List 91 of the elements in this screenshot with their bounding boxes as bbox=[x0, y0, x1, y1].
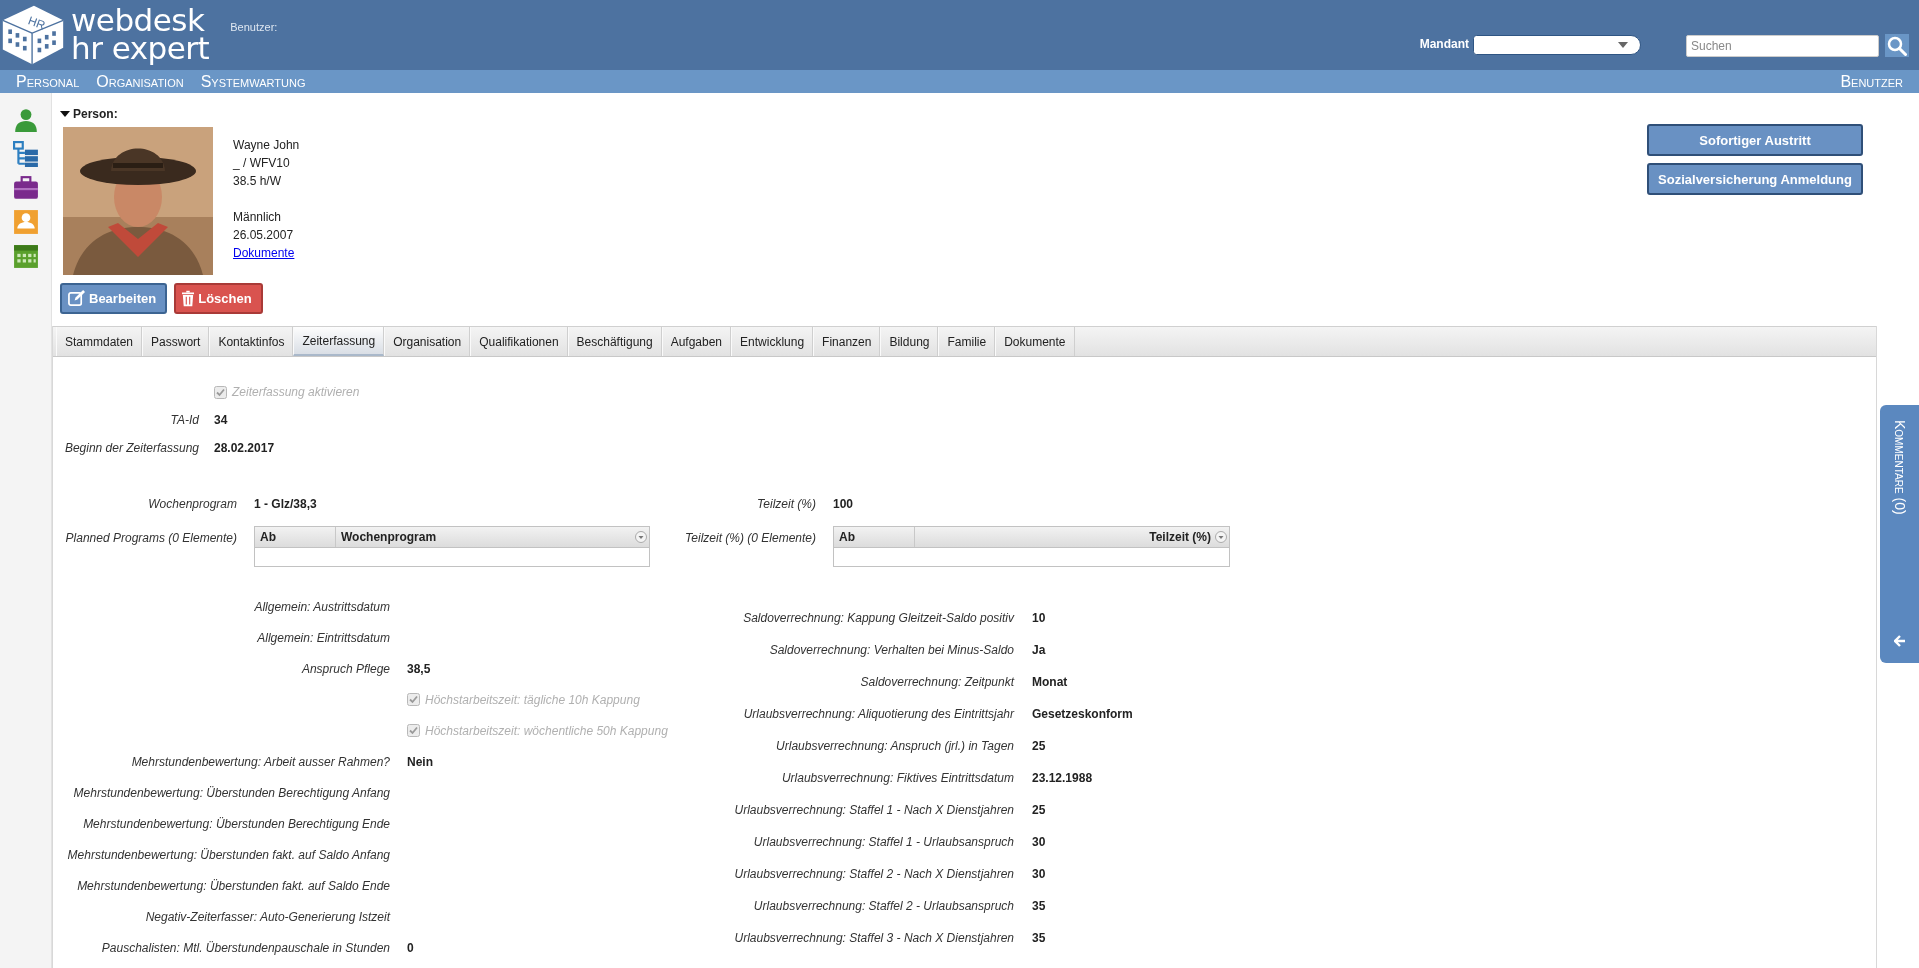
field-value: 30 bbox=[1032, 867, 1046, 881]
field-value: 1 - Glz/38,3 bbox=[254, 497, 317, 511]
tab[interactable]: Familie bbox=[938, 327, 996, 356]
search-button[interactable] bbox=[1885, 34, 1909, 57]
field-value: Nein bbox=[407, 754, 433, 769]
field-value: 23.12.1988 bbox=[1032, 771, 1093, 785]
field-label: Urlaubsverrechnung: Fiktives Eintrittsdatum bbox=[781, 771, 1014, 785]
field-label: Urlaubsverrechnung: Staffel 1 - Nach X Dienstjahren bbox=[734, 803, 1014, 817]
dropdown-icon[interactable] bbox=[635, 531, 647, 543]
search-field[interactable]: Suchen bbox=[1686, 35, 1879, 57]
field-label: Saldoverrechnung: Kappung Gleitzeit-Saldo positiv bbox=[743, 611, 1014, 625]
trash-icon bbox=[182, 290, 195, 307]
column-header[interactable]: Ab bbox=[834, 527, 915, 547]
tab[interactable]: Stammdaten bbox=[56, 327, 143, 356]
tab[interactable]: Bildung bbox=[880, 327, 939, 356]
field-label: Anspruch Pflege bbox=[301, 661, 390, 676]
tab[interactable]: Organisation bbox=[384, 327, 471, 356]
field-value: 28.02.2017 bbox=[214, 441, 275, 455]
field-value: Gesetzeskonform bbox=[1032, 707, 1133, 721]
field-label: Mehrstundenbewertung: Überstunden Berechtigung Ende bbox=[83, 816, 390, 831]
person-icon[interactable] bbox=[12, 107, 39, 133]
field-label: Beginn der Zeiterfassung bbox=[64, 441, 199, 455]
calendar-icon[interactable] bbox=[12, 243, 39, 269]
field-value: 34 bbox=[214, 413, 228, 427]
field-label: Mehrstundenbewertung: Überstunden fakt. auf Saldo Anfang bbox=[67, 847, 390, 862]
field-value: 38,5 bbox=[407, 661, 431, 676]
tab[interactable]: Beschäftigung bbox=[567, 327, 662, 356]
person-detail: Wayne John bbox=[233, 137, 300, 154]
field-label: Planned Programs (0 Elemente) bbox=[65, 531, 237, 545]
arrow-left-icon bbox=[1893, 635, 1906, 647]
field-label: Mehrstundenbewertung: Überstunden fakt. auf Saldo Ende bbox=[77, 878, 390, 893]
field-label: Saldoverrechnung: Verhalten bei Minus-Saldo bbox=[769, 643, 1014, 657]
tab[interactable]: Entwicklung bbox=[731, 327, 814, 356]
user-label: Benutzer: bbox=[230, 21, 278, 33]
mandant-label: Mandant bbox=[1419, 37, 1469, 51]
field-value: 100 bbox=[833, 497, 854, 511]
tab[interactable]: Qualifikationen bbox=[470, 327, 568, 356]
field-label: Allgemein: Austrittsdatum bbox=[254, 599, 390, 614]
comments-tab[interactable]: Kommentare (0) bbox=[1880, 405, 1919, 663]
contact-card-icon[interactable] bbox=[12, 209, 39, 235]
field-label: TA-Id bbox=[170, 413, 199, 427]
tab[interactable]: Finanzen bbox=[813, 327, 881, 356]
person-detail: 38.5 h/W bbox=[233, 173, 283, 190]
field-value: 30 bbox=[1032, 835, 1046, 849]
column-header[interactable]: Wochenprogram bbox=[336, 527, 649, 547]
field-value: 35 bbox=[1032, 899, 1046, 913]
field-value: 25 bbox=[1032, 739, 1046, 753]
field-label: Teilzeit (%) (0 Elemente) bbox=[685, 531, 816, 545]
tab[interactable]: Dokumente bbox=[995, 327, 1075, 356]
field-label: Urlaubsverrechnung: Staffel 2 - Urlaubsanspruch bbox=[753, 899, 1014, 913]
edit-icon bbox=[68, 290, 85, 307]
person-detail: Männlich bbox=[233, 209, 283, 226]
field-label: Urlaubsverrechnung: Staffel 3 - Nach X Dienstjahren bbox=[734, 931, 1014, 945]
tree-icon[interactable] bbox=[12, 141, 39, 167]
field-label: Urlaubsverrechnung: Anspruch (jrl.) in Tagen bbox=[776, 739, 1014, 753]
field-label: Wochenprogram bbox=[148, 497, 237, 511]
section-heading: Person: bbox=[73, 107, 118, 121]
field-value: 0 bbox=[407, 940, 414, 955]
briefcase-icon[interactable] bbox=[12, 175, 39, 201]
checkbox-label: Höchstarbeitszeit: wöchentliche 50h Kappung bbox=[425, 723, 668, 738]
delete-button[interactable]: Löschen bbox=[174, 283, 263, 314]
caret-icon bbox=[1618, 42, 1628, 48]
column-header[interactable]: Ab bbox=[255, 527, 336, 547]
caret-icon[interactable] bbox=[60, 111, 70, 117]
field-label: Negativ-Zeiterfasser: Auto-Generierung Istzeit bbox=[145, 909, 390, 924]
field-label: Urlaubsverrechnung: Staffel 2 - Nach X Dienstjahren bbox=[734, 867, 1014, 881]
tab[interactable]: Zeiterfassung bbox=[293, 327, 385, 356]
field-label: Mehrstundenbewertung: Überstunden Berechtigung Anfang bbox=[73, 785, 390, 800]
field-label: Allgemein: Eintrittsdatum bbox=[257, 630, 390, 645]
tab[interactable]: Aufgaben bbox=[661, 327, 732, 356]
field-label: Urlaubsverrechnung: Staffel 1 - Urlaubsanspruch bbox=[753, 835, 1014, 849]
column-header[interactable]: Teilzeit (%) bbox=[915, 527, 1229, 547]
field-label: Urlaubsverrechnung: Aliquotierung des Eintrittsjahr bbox=[743, 707, 1014, 721]
dropdown-icon[interactable] bbox=[1215, 531, 1227, 543]
field-value: 35 bbox=[1032, 931, 1046, 945]
person-detail: _ / WFV10 bbox=[233, 155, 291, 172]
field-label: Teilzeit (%) bbox=[757, 497, 816, 511]
field-value: Monat bbox=[1032, 675, 1068, 689]
checkbox-label: Höchstarbeitszeit: tägliche 10h Kappung bbox=[425, 692, 640, 707]
field-value: 10 bbox=[1032, 611, 1046, 625]
field-value: 25 bbox=[1032, 803, 1046, 817]
field-label: Pauschalisten: Mtl. Überstundenpauschale in Stunden bbox=[101, 940, 390, 955]
mandant-dropdown[interactable] bbox=[1473, 35, 1641, 55]
field-value: Ja bbox=[1032, 643, 1046, 657]
search-icon bbox=[1887, 35, 1907, 56]
person-detail: 26.05.2007 bbox=[233, 227, 295, 244]
tab[interactable]: Passwort bbox=[142, 327, 210, 356]
checkbox-label: Zeiterfassung aktivieren bbox=[232, 385, 360, 399]
documents-link[interactable]: Dokumente bbox=[233, 244, 295, 262]
field-label: Mehrstundenbewertung: Arbeit ausser Rahmen? bbox=[131, 754, 390, 769]
field-label: Saldoverrechnung: Zeitpunkt bbox=[860, 675, 1014, 689]
